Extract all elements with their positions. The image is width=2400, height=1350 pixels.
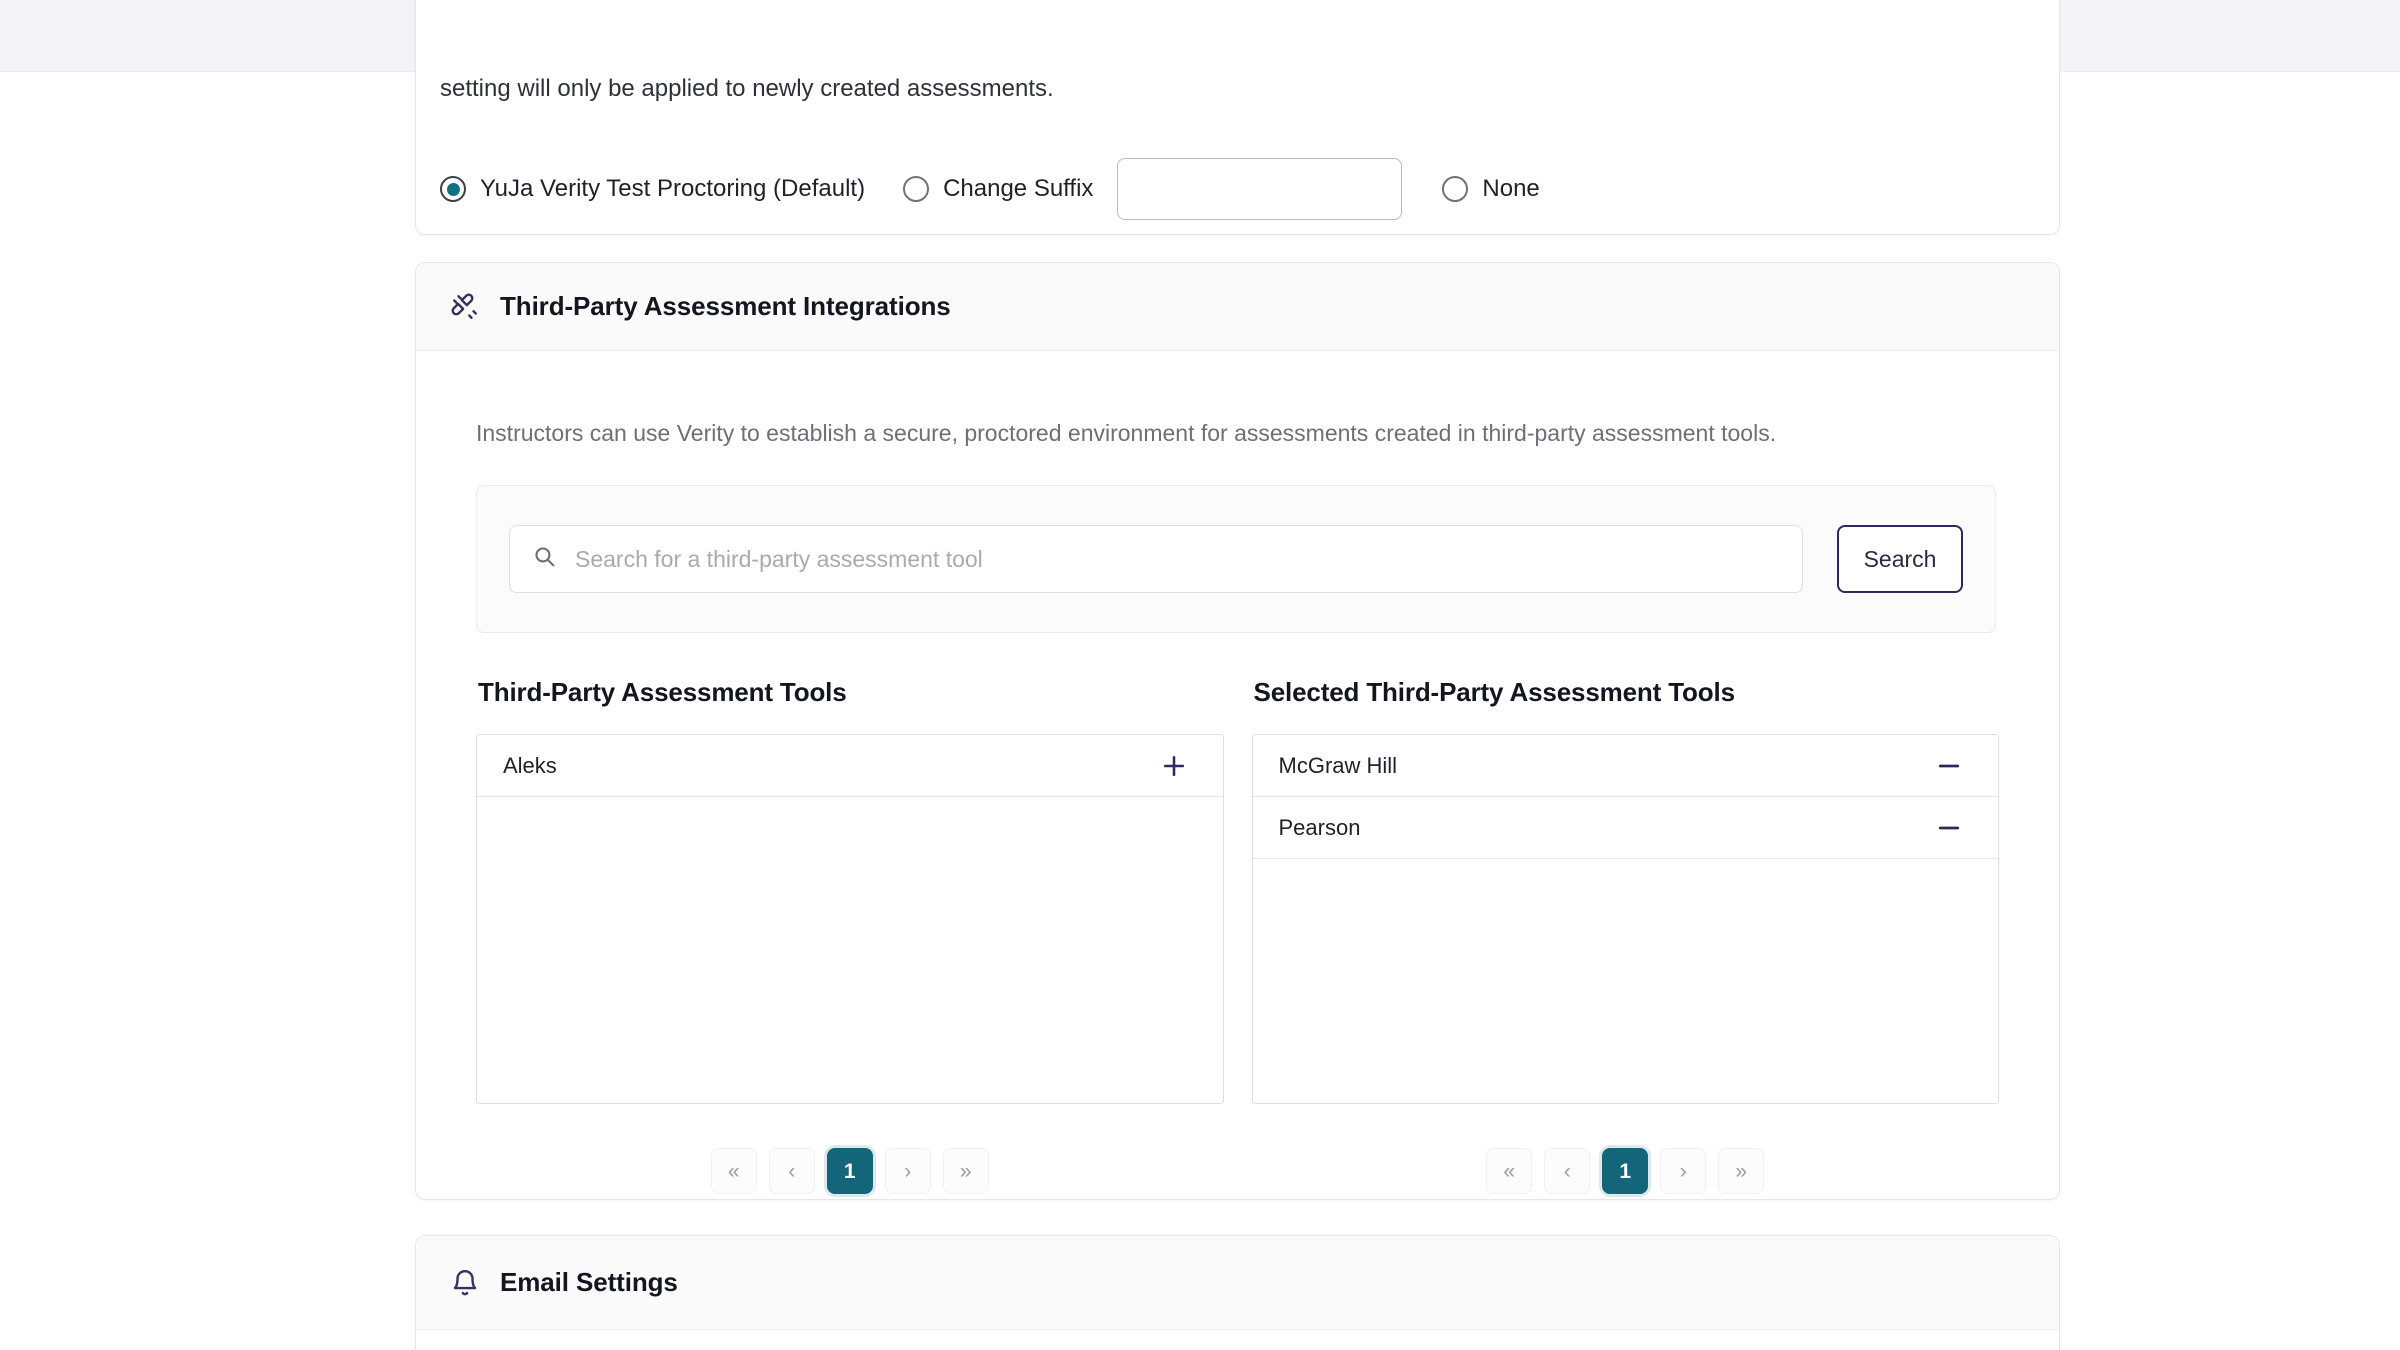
available-tools-column: Third-Party Assessment Tools Aleks « ‹ 1… xyxy=(476,677,1224,1194)
selected-tools-pagination: « ‹ 1 › » xyxy=(1252,1148,2000,1194)
pagination-first-button[interactable]: « xyxy=(1486,1148,1533,1194)
pagination-next-button[interactable]: › xyxy=(884,1148,931,1194)
tool-lists: Third-Party Assessment Tools Aleks « ‹ 1… xyxy=(416,633,2059,1194)
list-item[interactable]: Aleks xyxy=(477,735,1223,797)
pagination-first-button[interactable]: « xyxy=(710,1148,757,1194)
suffix-text-input[interactable] xyxy=(1117,158,1403,220)
selected-tools-title: Selected Third-Party Assessment Tools xyxy=(1253,677,1736,707)
pagination-last-button[interactable]: » xyxy=(942,1148,989,1194)
radio-change-suffix-input[interactable] xyxy=(903,176,930,202)
settings-page: setting will only be applied to newly cr… xyxy=(0,0,2400,1350)
pagination-prev-button[interactable]: ‹ xyxy=(768,1148,815,1194)
available-tools-list: Aleks xyxy=(476,734,1224,1104)
list-item[interactable]: McGraw Hill xyxy=(1252,735,1998,797)
radio-none-label: None xyxy=(1482,175,1540,202)
radio-option-none[interactable]: None xyxy=(1442,175,1540,203)
list-item[interactable]: Pearson xyxy=(1252,797,1998,859)
available-tools-pagination: « ‹ 1 › » xyxy=(476,1148,1224,1194)
pagination-last-button[interactable]: » xyxy=(1718,1148,1765,1194)
search-icon xyxy=(532,544,557,574)
tool-name: Aleks xyxy=(503,752,557,778)
pagination-prev-button[interactable]: ‹ xyxy=(1544,1148,1591,1194)
plug-connection-icon xyxy=(448,290,482,324)
remove-tool-button[interactable] xyxy=(1932,811,1966,845)
selected-tools-column: Selected Third-Party Assessment Tools Mc… xyxy=(1251,677,2000,1194)
radio-option-change-suffix[interactable]: Change Suffix xyxy=(903,175,1093,203)
tool-name: McGraw Hill xyxy=(1278,752,1398,778)
integrations-description: Instructors can use Verity to establish … xyxy=(476,420,1777,446)
radio-default-input[interactable] xyxy=(440,176,466,202)
search-input[interactable] xyxy=(573,544,1780,574)
radio-change-suffix-label: Change Suffix xyxy=(943,175,1094,202)
search-button[interactable]: Search xyxy=(1837,525,1963,593)
search-field-wrapper[interactable] xyxy=(509,525,1803,593)
bell-icon xyxy=(448,1266,482,1300)
available-tools-title: Third-Party Assessment Tools xyxy=(478,677,847,707)
radio-none-input[interactable] xyxy=(1442,176,1469,202)
email-settings-title: Email Settings xyxy=(500,1267,678,1297)
tool-search-panel: Search xyxy=(476,485,1996,633)
add-tool-button[interactable] xyxy=(1157,749,1191,783)
remove-tool-button[interactable] xyxy=(1932,749,1966,783)
tool-name: Pearson xyxy=(1278,814,1361,840)
integrations-title: Third-Party Assessment Integrations xyxy=(500,291,951,321)
radio-default-label: YuJa Verity Test Proctoring (Default) xyxy=(480,175,866,202)
proctoring-note: setting will only be applied to newly cr… xyxy=(440,75,1054,102)
email-settings-card: Email Settings xyxy=(415,1235,2060,1350)
selected-tools-list: McGraw Hill Pearson xyxy=(1251,734,1999,1104)
pagination-page-1[interactable]: 1 xyxy=(1602,1148,1649,1194)
suffix-radio-group: YuJa Verity Test Proctoring (Default) Ch… xyxy=(440,158,1540,220)
integrations-card-header: Third-Party Assessment Integrations xyxy=(416,263,2059,351)
radio-option-default[interactable]: YuJa Verity Test Proctoring (Default) xyxy=(440,175,865,203)
email-settings-card-header: Email Settings xyxy=(416,1236,2059,1330)
pagination-next-button[interactable]: › xyxy=(1660,1148,1707,1194)
pagination-page-1[interactable]: 1 xyxy=(826,1148,873,1194)
third-party-integrations-card: Third-Party Assessment Integrations Inst… xyxy=(415,262,2060,1200)
